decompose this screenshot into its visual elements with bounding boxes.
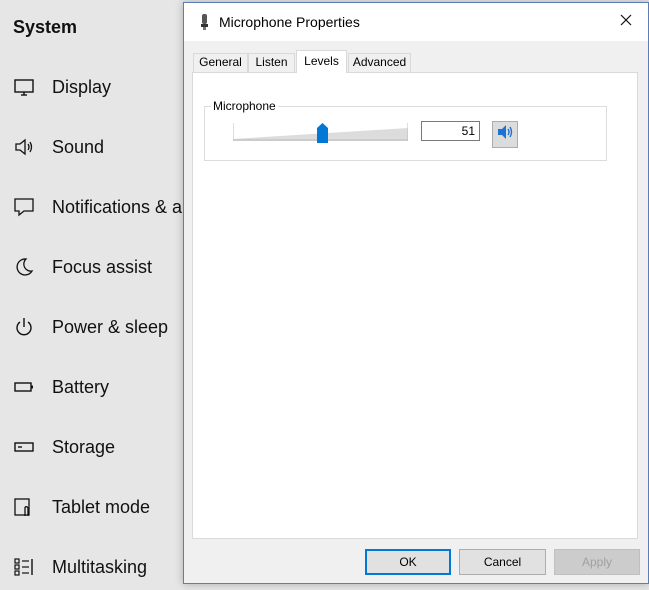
- nav-label: Display: [52, 76, 112, 97]
- level-value-field[interactable]: 51: [421, 121, 480, 141]
- mute-button[interactable]: [492, 121, 518, 148]
- apply-button[interactable]: Apply: [554, 549, 640, 575]
- nav-item-power-sleep[interactable]: Power & sleep: [0, 307, 200, 347]
- nav-label: Battery: [52, 376, 110, 397]
- nav-label: Tablet mode: [52, 496, 151, 517]
- dialog-title: Microphone Properties: [219, 14, 360, 30]
- microphone-level-slider[interactable]: [233, 120, 408, 146]
- nav-label: Storage: [52, 436, 116, 457]
- power-icon: [12, 315, 36, 339]
- monitor-icon: [12, 75, 36, 99]
- tablet-mode-icon: [12, 495, 36, 519]
- settings-title: System: [13, 17, 78, 37]
- close-icon: [620, 13, 632, 31]
- multitasking-icon: [12, 555, 36, 579]
- microphone-icon: [198, 13, 210, 31]
- microphone-properties-dialog: Microphone Properties General Listen Lev…: [183, 2, 649, 584]
- nav-label: Power & sleep: [52, 316, 169, 337]
- title-bar[interactable]: Microphone Properties: [184, 3, 648, 41]
- cancel-button[interactable]: Cancel: [459, 549, 546, 575]
- tab-levels[interactable]: Levels: [296, 50, 347, 73]
- nav-label: Multitasking: [52, 556, 148, 577]
- nav-label: Focus assist: [52, 256, 153, 277]
- speaker-volume-icon: [495, 123, 515, 146]
- notification-icon: [12, 195, 36, 219]
- nav-item-focus-assist[interactable]: Focus assist: [0, 247, 200, 287]
- ok-button[interactable]: OK: [365, 549, 451, 575]
- nav-item-storage[interactable]: Storage: [0, 427, 200, 467]
- group-label: Microphone: [211, 99, 278, 113]
- nav-label: Sound: [52, 136, 105, 157]
- tab-advanced[interactable]: Advanced: [348, 53, 411, 72]
- nav-item-display[interactable]: Display: [0, 67, 200, 107]
- levels-panel: Microphone 51: [192, 72, 638, 539]
- nav-item-multitasking[interactable]: Multitasking: [0, 547, 200, 587]
- tab-listen[interactable]: Listen: [248, 53, 295, 72]
- tab-general[interactable]: General: [193, 53, 248, 72]
- storage-icon: [12, 435, 36, 459]
- nav-item-battery[interactable]: Battery: [0, 367, 200, 407]
- nav-label: Notifications & a: [52, 196, 183, 217]
- battery-icon: [12, 375, 36, 399]
- speaker-icon: [12, 135, 36, 159]
- moon-icon: [12, 255, 36, 279]
- nav-item-tablet-mode[interactable]: Tablet mode: [0, 487, 200, 527]
- slider-thumb[interactable]: [317, 123, 328, 143]
- nav-item-sound[interactable]: Sound: [0, 127, 200, 167]
- nav-item-notifications[interactable]: Notifications & a: [0, 187, 200, 227]
- microphone-level-group: Microphone 51: [204, 99, 607, 161]
- close-button[interactable]: [604, 3, 648, 41]
